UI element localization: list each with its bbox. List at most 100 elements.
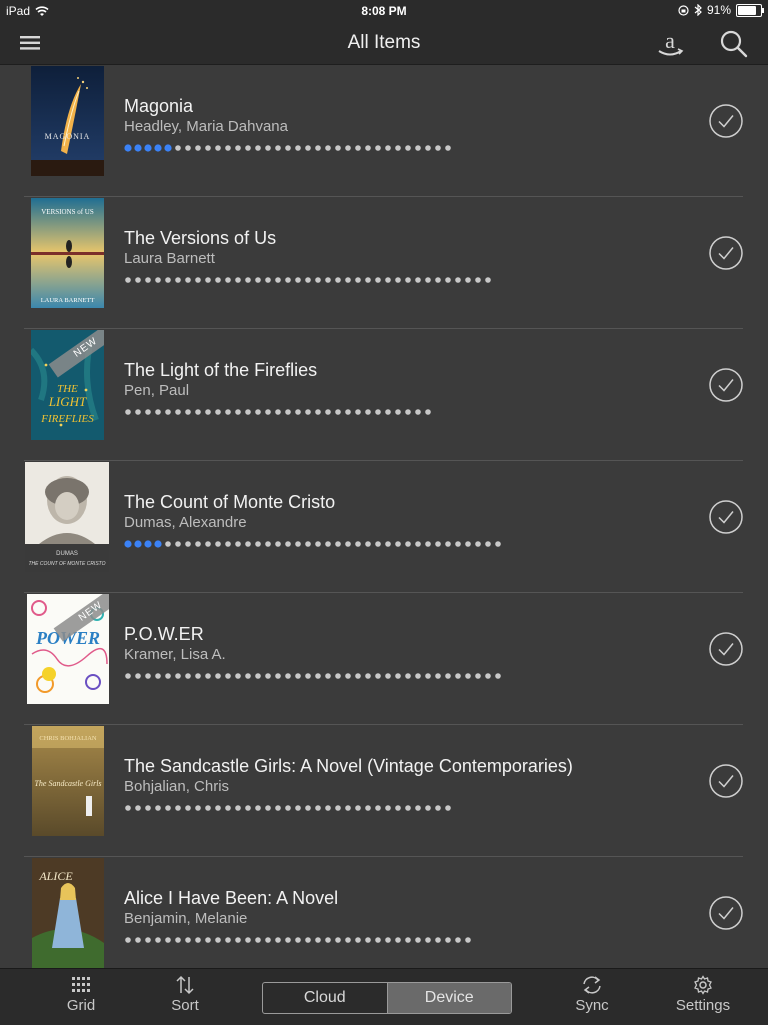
settings-button[interactable]: Settings xyxy=(663,975,743,1014)
book-row[interactable]: POWER NEW P.O.W.ER Kramer, Lisa A. xyxy=(24,592,743,725)
progress-dot-unread xyxy=(245,541,251,547)
progress-dot-unread xyxy=(185,673,191,679)
sync-button[interactable]: Sync xyxy=(552,975,632,1014)
progress-dot-unread xyxy=(445,541,451,547)
progress-dot-unread xyxy=(395,541,401,547)
search-button[interactable] xyxy=(718,28,750,60)
downloaded-check-icon[interactable] xyxy=(709,632,743,666)
progress-dot-unread xyxy=(495,673,501,679)
progress-dot-unread xyxy=(125,805,131,811)
progress-dot-unread xyxy=(255,805,261,811)
progress-dot-unread xyxy=(275,937,281,943)
progress-dot-unread xyxy=(445,805,451,811)
book-row[interactable]: VERSIONS of US LAURA BARNETT The Version… xyxy=(24,196,743,329)
status-time: 8:08 PM xyxy=(361,4,407,18)
progress-dot-unread xyxy=(225,409,231,415)
book-row[interactable]: DUMAS THE COUNT OF MONTE CRISTO The Coun… xyxy=(24,460,743,593)
progress-dot-unread xyxy=(365,145,371,151)
progress-dot-unread xyxy=(195,145,201,151)
book-title[interactable]: The Light of the Fireflies xyxy=(124,360,317,381)
progress-dot-unread xyxy=(165,409,171,415)
progress-dot-unread xyxy=(275,805,281,811)
book-cover[interactable]: MAGONIA xyxy=(31,66,104,176)
progress-dot-unread xyxy=(375,541,381,547)
progress-dot-unread xyxy=(355,409,361,415)
progress-dot-unread xyxy=(275,145,281,151)
progress-dot-unread xyxy=(445,145,451,151)
downloaded-check-icon[interactable] xyxy=(709,896,743,930)
book-title[interactable]: The Count of Monte Cristo xyxy=(124,492,335,513)
book-cover[interactable]: VERSIONS of US LAURA BARNETT xyxy=(31,198,104,308)
progress-dot-unread xyxy=(495,541,501,547)
book-row[interactable]: MAGONIA Magonia Headley, Maria Dahvana xyxy=(24,64,743,197)
book-row[interactable]: CHRIS BOHJALIAN The Sandcastle Girls The… xyxy=(24,724,743,857)
book-cover[interactable]: POWER NEW xyxy=(27,594,109,704)
progress-dot-unread xyxy=(265,145,271,151)
downloaded-check-icon[interactable] xyxy=(709,368,743,402)
book-row[interactable]: THE LIGHT FIREFLIES NEW The Light of the… xyxy=(24,328,743,461)
progress-dot-unread xyxy=(295,805,301,811)
progress-dot-unread xyxy=(285,409,291,415)
book-cover[interactable]: ALICE xyxy=(32,858,104,968)
book-title[interactable]: Alice I Have Been: A Novel xyxy=(124,888,338,909)
book-author: Laura Barnett xyxy=(124,250,215,267)
progress-dot-unread xyxy=(185,145,191,151)
amazon-store-button[interactable]: a xyxy=(654,28,686,60)
progress-dot-unread xyxy=(255,937,261,943)
device-segment[interactable]: Device xyxy=(386,983,511,1013)
progress-dot-unread xyxy=(465,541,471,547)
cloud-segment[interactable]: Cloud xyxy=(263,983,387,1013)
downloaded-check-icon[interactable] xyxy=(709,104,743,138)
book-cover[interactable]: THE LIGHT FIREFLIES NEW xyxy=(31,330,104,440)
bluetooth-icon xyxy=(694,4,702,16)
progress-dot-unread xyxy=(445,673,451,679)
downloaded-check-icon[interactable] xyxy=(709,236,743,270)
progress-dot-unread xyxy=(435,541,441,547)
downloaded-check-icon[interactable] xyxy=(709,764,743,798)
cloud-device-toggle[interactable]: Cloud Device xyxy=(262,982,512,1014)
sort-label: Sort xyxy=(171,997,199,1014)
progress-dot-unread xyxy=(415,805,421,811)
progress-dot-unread xyxy=(215,541,221,547)
downloaded-check-icon[interactable] xyxy=(709,500,743,534)
progress-dot-unread xyxy=(425,673,431,679)
progress-dot-unread xyxy=(325,937,331,943)
sync-label: Sync xyxy=(575,997,609,1014)
progress-dot-unread xyxy=(215,409,221,415)
progress-dot-unread xyxy=(425,937,431,943)
progress-dot-unread xyxy=(225,937,231,943)
book-cover[interactable]: DUMAS THE COUNT OF MONTE CRISTO xyxy=(25,462,109,572)
book-cover[interactable]: CHRIS BOHJALIAN The Sandcastle Girls xyxy=(32,726,104,836)
progress-dot-unread xyxy=(265,409,271,415)
progress-dot-unread xyxy=(485,541,491,547)
progress-dot-unread xyxy=(245,805,251,811)
progress-dot-unread xyxy=(455,277,461,283)
book-row[interactable]: ALICE Alice I Have Been: A Novel Benjami… xyxy=(24,856,743,968)
progress-dot-unread xyxy=(445,937,451,943)
book-title[interactable]: The Sandcastle Girls: A Novel (Vintage C… xyxy=(124,756,573,777)
book-author: Dumas, Alexandre xyxy=(124,514,247,531)
progress-dot-unread xyxy=(395,409,401,415)
progress-dot-unread xyxy=(235,541,241,547)
sort-button[interactable]: Sort xyxy=(145,975,225,1014)
progress-dot-unread xyxy=(375,937,381,943)
progress-dot-unread xyxy=(365,805,371,811)
progress-dot-unread xyxy=(365,673,371,679)
progress-dot-read xyxy=(164,144,172,152)
progress-dot-unread xyxy=(225,805,231,811)
book-title[interactable]: P.O.W.ER xyxy=(124,624,204,645)
library-list[interactable]: MAGONIA Magonia Headley, Maria Dahvana V… xyxy=(0,64,768,968)
progress-dot-unread xyxy=(265,277,271,283)
progress-dot-unread xyxy=(155,937,161,943)
book-title[interactable]: The Versions of Us xyxy=(124,228,276,249)
progress-dot-unread xyxy=(185,409,191,415)
grid-view-button[interactable]: Grid xyxy=(41,975,121,1014)
progress-dot-unread xyxy=(165,673,171,679)
progress-dot-unread xyxy=(395,805,401,811)
progress-dot-unread xyxy=(355,673,361,679)
book-title[interactable]: Magonia xyxy=(124,96,193,117)
progress-dot-unread xyxy=(305,541,311,547)
progress-dot-unread xyxy=(165,277,171,283)
progress-dot-unread xyxy=(155,673,161,679)
progress-dot-unread xyxy=(455,937,461,943)
